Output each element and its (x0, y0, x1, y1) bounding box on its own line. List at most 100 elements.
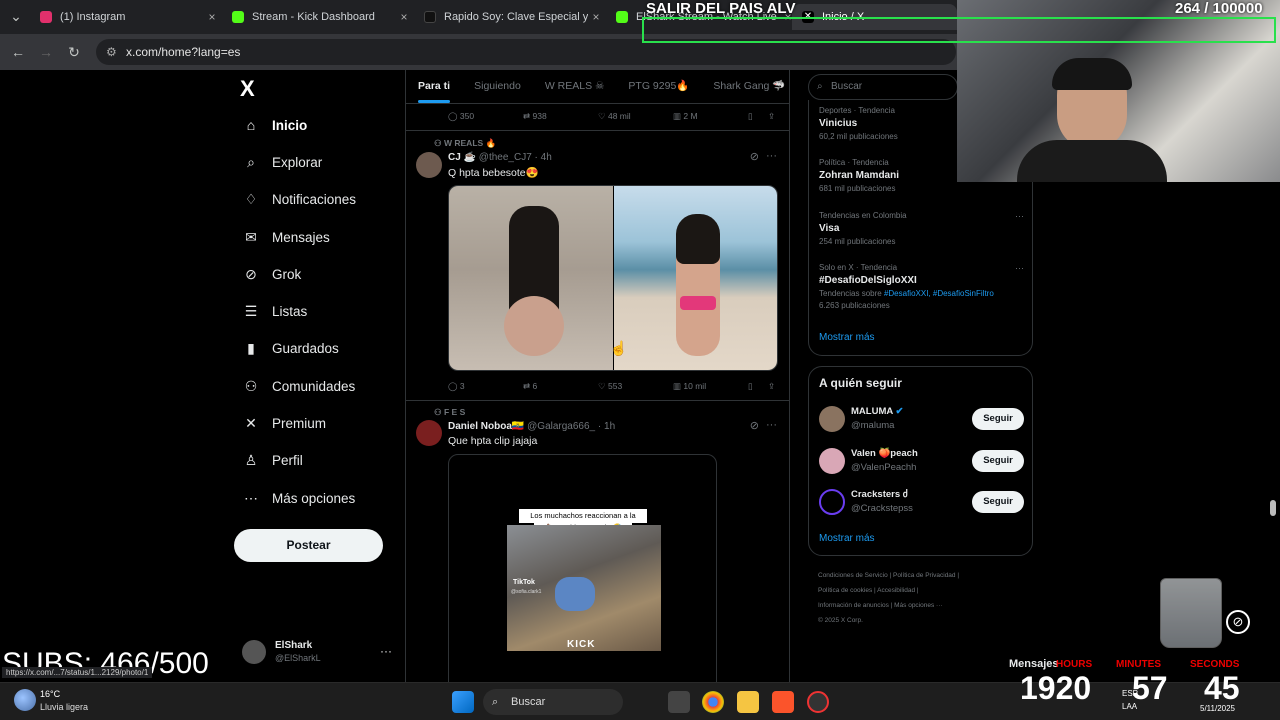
file-explorer-icon[interactable] (737, 691, 759, 713)
search-input[interactable]: ⌕ Buscar (808, 74, 958, 100)
weather-desc[interactable]: Lluvia ligera (40, 702, 88, 712)
seconds-label: SECONDS (1190, 659, 1240, 670)
taskbar-search[interactable]: ⌕ Buscar (483, 689, 623, 715)
home-icon: ⌂ (246, 117, 256, 133)
kick-icon (232, 11, 244, 23)
more-icon[interactable]: ··· (1015, 211, 1024, 221)
show-more-link[interactable]: Mostrar más (819, 332, 875, 343)
back-icon[interactable]: ← (8, 42, 28, 62)
share-icon[interactable]: ⇪ (768, 111, 775, 122)
tab-following[interactable]: Siguiendo (462, 70, 533, 103)
follow-button[interactable]: Seguir (972, 450, 1024, 472)
footer-line[interactable]: Condiciones de Servicio | Política de Pr… (818, 568, 1028, 583)
tiktok-watermark: TikTok (513, 579, 535, 586)
avatar[interactable] (416, 420, 442, 446)
brave-icon[interactable] (772, 691, 794, 713)
app-icon[interactable] (807, 691, 829, 713)
stream-title: SALIR DEL PAIS ALV (646, 0, 796, 17)
feed-tabs: Para ti Siguiendo W REALS ☠ PTG 9295🔥 Sh… (406, 70, 789, 104)
account-switcher[interactable]: ElShark @ElSharkL ··· (242, 638, 397, 668)
follow-suggestion[interactable]: Valen 🍑peach @ValenPeachh Seguir (819, 445, 1024, 477)
tab-instagram[interactable]: (1) Instagram × (30, 4, 220, 30)
site-info-icon[interactable]: ⚙ (106, 39, 117, 65)
trend-item[interactable]: Tendencias en Colombia Visa 254 mil publ… (819, 211, 1024, 246)
more-circle-icon: ⋯ (244, 489, 258, 506)
more-icon[interactable]: ··· (1015, 263, 1024, 273)
nav-item-messages[interactable]: ✉ Mensajes (242, 223, 330, 251)
show-more-link[interactable]: Mostrar más (819, 533, 875, 544)
nav-item-lists[interactable]: ☰ Listas (242, 297, 308, 325)
follow-suggestion[interactable]: MALUMA ✔ @maluma Seguir (819, 403, 1024, 435)
avatar[interactable] (416, 152, 442, 178)
nav-item-premium[interactable]: ✕ Premium (242, 409, 326, 437)
community-context: ⚇ F E S (434, 407, 466, 417)
forward-icon[interactable]: → (36, 42, 56, 62)
messages-drawer[interactable]: Mensajes (1009, 658, 1059, 670)
photo-1[interactable] (449, 186, 613, 370)
x-logo[interactable]: X (240, 76, 255, 102)
task-view-icon[interactable] (668, 691, 690, 713)
close-icon[interactable]: × (204, 10, 220, 24)
close-icon[interactable]: × (588, 10, 604, 24)
status-link-preview: https://x.com/...7/status/1...2129/photo… (2, 667, 153, 678)
nav-item-communities[interactable]: ⚇ Comunidades (242, 372, 356, 400)
share-icon[interactable]: ⇪ (768, 381, 775, 392)
tab-ptg[interactable]: PTG 9295🔥 (616, 70, 701, 103)
tab-kick-dashboard[interactable]: Stream - Kick Dashboard × (222, 4, 412, 30)
search-icon: ⌕ (247, 153, 255, 170)
tab-search-icon[interactable]: ⌄ (6, 6, 26, 26)
tweet-author[interactable]: Daniel Noboa🇪🇨 @Galarga666_ · 1h (448, 421, 615, 432)
close-icon[interactable]: × (396, 10, 412, 24)
more-icon[interactable]: ··· (766, 150, 777, 162)
weather-icon (14, 689, 36, 711)
repost-button[interactable]: ⇄ 938 (523, 111, 547, 122)
tweet-video[interactable]: Los muchachos reaccionan a la 💩 que hizo… (448, 454, 717, 682)
chrome-icon[interactable] (702, 691, 724, 713)
recycle-bin-icon[interactable] (1160, 578, 1222, 648)
grok-icon[interactable]: ⊘ (750, 419, 759, 432)
follow-suggestion[interactable]: Cracksters ძ @Crackstерss Seguir (819, 486, 1024, 518)
nav-item-grok[interactable]: ⊘ Grok (242, 260, 301, 288)
repost-button[interactable]: ⇄ 6 (523, 381, 537, 392)
like-button[interactable]: ♡ 553 (598, 381, 622, 392)
tweet-author[interactable]: CJ ☕ @thee_CJ7 · 4h (448, 152, 552, 163)
avatar[interactable] (819, 406, 845, 432)
nav-item-notifications[interactable]: ♢ Notificaciones (242, 185, 356, 213)
nav-item-explore[interactable]: ⌕ Explorar (242, 148, 322, 176)
bookmark-icon[interactable]: ▯ (748, 381, 753, 392)
scrollbar-thumb[interactable] (1270, 500, 1276, 516)
reload-icon[interactable]: ↻ (64, 42, 84, 62)
avatar[interactable] (819, 448, 845, 474)
views-button[interactable]: ▥ 10 mil (673, 381, 706, 392)
views-button[interactable]: ▥ 2 M (673, 111, 698, 122)
nav-item-profile[interactable]: ♙ Perfil (242, 446, 303, 474)
nav-item-bookmarks[interactable]: ▮ Guardados (242, 334, 339, 362)
nav-item-home[interactable]: ⌂ Inicio (242, 111, 308, 139)
tab-shark-gang[interactable]: Shark Gang 🦈 (701, 70, 789, 103)
tab-w-reals[interactable]: W REALS ☠ (533, 70, 617, 103)
grok-icon[interactable]: ⊘ (750, 150, 759, 163)
photo-2[interactable] (614, 186, 777, 370)
more-icon[interactable]: ··· (380, 644, 392, 658)
reply-button[interactable]: ◯ 350 (448, 111, 474, 122)
avatar[interactable] (819, 489, 845, 515)
follow-button[interactable]: Seguir (972, 408, 1024, 430)
like-button[interactable]: ♡ 48 mil (598, 111, 631, 122)
grok-floating-icon[interactable]: ⊘ (1226, 610, 1250, 634)
post-button[interactable]: Postear (234, 529, 383, 562)
more-icon[interactable]: ··· (766, 419, 777, 431)
tiktok-handle: @sofia.clark1 (511, 589, 542, 595)
section-title: A quién seguir (819, 376, 902, 390)
grok-icon: ⊘ (245, 265, 257, 282)
windows-start-icon[interactable] (452, 691, 474, 713)
bookmark-icon[interactable]: ▯ (748, 111, 753, 122)
footer-line[interactable]: Información de anuncios | Más opciones ·… (818, 598, 1028, 613)
reply-button[interactable]: ◯ 3 (448, 381, 465, 392)
weather-temp[interactable]: 16°C (40, 689, 60, 699)
follow-button[interactable]: Seguir (972, 491, 1024, 513)
trend-item[interactable]: Solo en X · Tendencia #DesafioDelSigloXX… (819, 263, 1024, 310)
footer-line[interactable]: Política de cookies | Accesibilidad | (818, 583, 1028, 598)
nav-item-more[interactable]: ⋯ Más opciones (242, 484, 355, 512)
tab-tiktok[interactable]: Rapido Soy: Clave Especial y Co × (414, 4, 604, 30)
tab-for-you[interactable]: Para ti (406, 70, 462, 103)
